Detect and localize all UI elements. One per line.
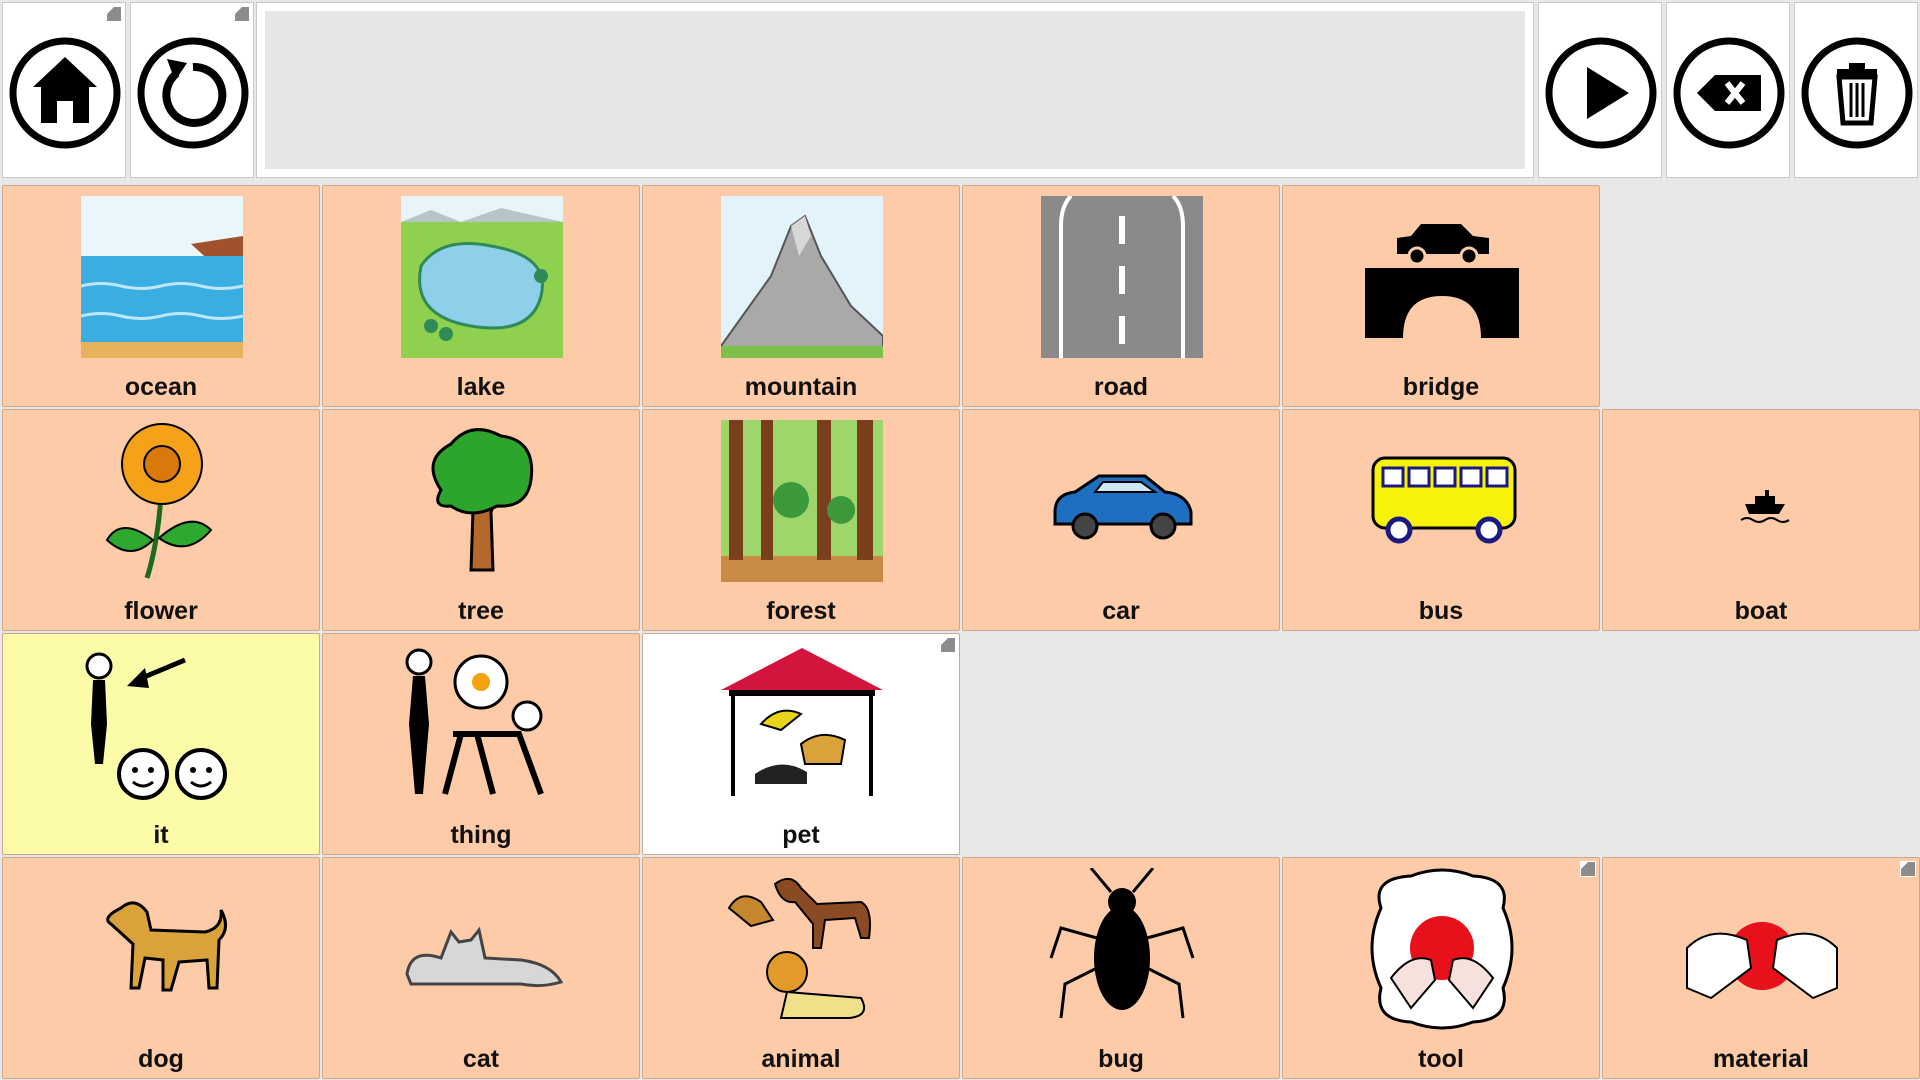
cell-label: tool: [1418, 1045, 1464, 1073]
cell-tree[interactable]: tree: [322, 409, 640, 631]
message-text: [265, 11, 1525, 169]
home-button[interactable]: [2, 2, 126, 178]
folder-corner-icon: [234, 6, 250, 22]
cell-label: boat: [1734, 597, 1788, 625]
lake-icon: [401, 196, 563, 358]
folder-corner-icon: [106, 6, 122, 22]
cell-road[interactable]: road: [962, 185, 1280, 407]
car-icon: [1053, 474, 1193, 540]
dog-icon: [106, 901, 227, 992]
cell-car[interactable]: car: [962, 409, 1280, 631]
bus-icon: [1371, 456, 1517, 544]
cell-bug[interactable]: bug: [962, 857, 1280, 1079]
cell-label: dog: [138, 1045, 184, 1073]
speak-button[interactable]: [1538, 2, 1662, 178]
home-icon: [9, 37, 121, 149]
bridge-icon: [1365, 224, 1519, 338]
cell-label: animal: [761, 1045, 841, 1073]
forest-icon: [721, 420, 883, 582]
cell-label: mountain: [744, 373, 858, 401]
boat-icon: [1740, 490, 1790, 523]
symbol-grid: ocean lake mountain road bridge flower t…: [0, 183, 1920, 1080]
cell-label: lake: [456, 373, 506, 401]
cell-material[interactable]: material: [1602, 857, 1920, 1079]
cell-label: tree: [458, 597, 504, 625]
cell-cat[interactable]: cat: [322, 857, 640, 1079]
animal-icon: [727, 877, 871, 1019]
undo-icon: [137, 37, 249, 149]
cell-label: road: [1093, 373, 1149, 401]
cell-label: pet: [782, 821, 820, 849]
cell-label: ocean: [124, 373, 198, 401]
play-icon: [1545, 37, 1657, 149]
flower-icon: [105, 423, 213, 579]
cell-label: bus: [1418, 597, 1464, 625]
cat-icon: [405, 926, 563, 988]
message-bar[interactable]: [256, 2, 1534, 178]
cell-mountain[interactable]: mountain: [642, 185, 960, 407]
tree-icon: [431, 428, 534, 572]
cell-thing[interactable]: thing: [322, 633, 640, 855]
it-icon: [85, 652, 227, 800]
cell-tool[interactable]: tool: [1282, 857, 1600, 1079]
mountain-icon: [721, 196, 883, 358]
toolbar: [0, 0, 1920, 180]
clear-button[interactable]: [1794, 2, 1918, 178]
road-icon: [1041, 196, 1203, 358]
thing-icon: [405, 648, 544, 796]
pet-icon: [721, 648, 883, 796]
trash-icon: [1801, 37, 1913, 149]
folder-corner-icon: [1580, 861, 1596, 877]
cell-label: car: [1102, 597, 1140, 625]
cell-label: flower: [124, 597, 198, 625]
cell-label: forest: [766, 597, 836, 625]
cell-it[interactable]: it: [2, 633, 320, 855]
cell-forest[interactable]: forest: [642, 409, 960, 631]
cell-label: thing: [450, 821, 512, 849]
folder-corner-icon: [1900, 861, 1916, 877]
cell-animal[interactable]: animal: [642, 857, 960, 1079]
cell-label: bridge: [1402, 373, 1480, 401]
backspace-icon: [1673, 37, 1785, 149]
cell-label: it: [153, 821, 169, 849]
cell-label: bug: [1098, 1045, 1144, 1073]
backspace-button[interactable]: [1666, 2, 1790, 178]
material-icon: [1686, 922, 1838, 1000]
ocean-icon: [81, 196, 243, 358]
folder-corner-icon: [940, 637, 956, 653]
cell-bus[interactable]: bus: [1282, 409, 1600, 631]
cell-ocean[interactable]: ocean: [2, 185, 320, 407]
cell-lake[interactable]: lake: [322, 185, 640, 407]
cell-pet[interactable]: pet: [642, 633, 960, 855]
cell-label: cat: [462, 1045, 500, 1073]
cell-bridge[interactable]: bridge: [1282, 185, 1600, 407]
tool-icon: [1370, 868, 1514, 1030]
cell-dog[interactable]: dog: [2, 857, 320, 1079]
cell-label: material: [1713, 1045, 1809, 1073]
cell-boat[interactable]: boat: [1602, 409, 1920, 631]
back-button[interactable]: [130, 2, 254, 178]
bug-icon: [1049, 868, 1195, 1019]
cell-flower[interactable]: flower: [2, 409, 320, 631]
